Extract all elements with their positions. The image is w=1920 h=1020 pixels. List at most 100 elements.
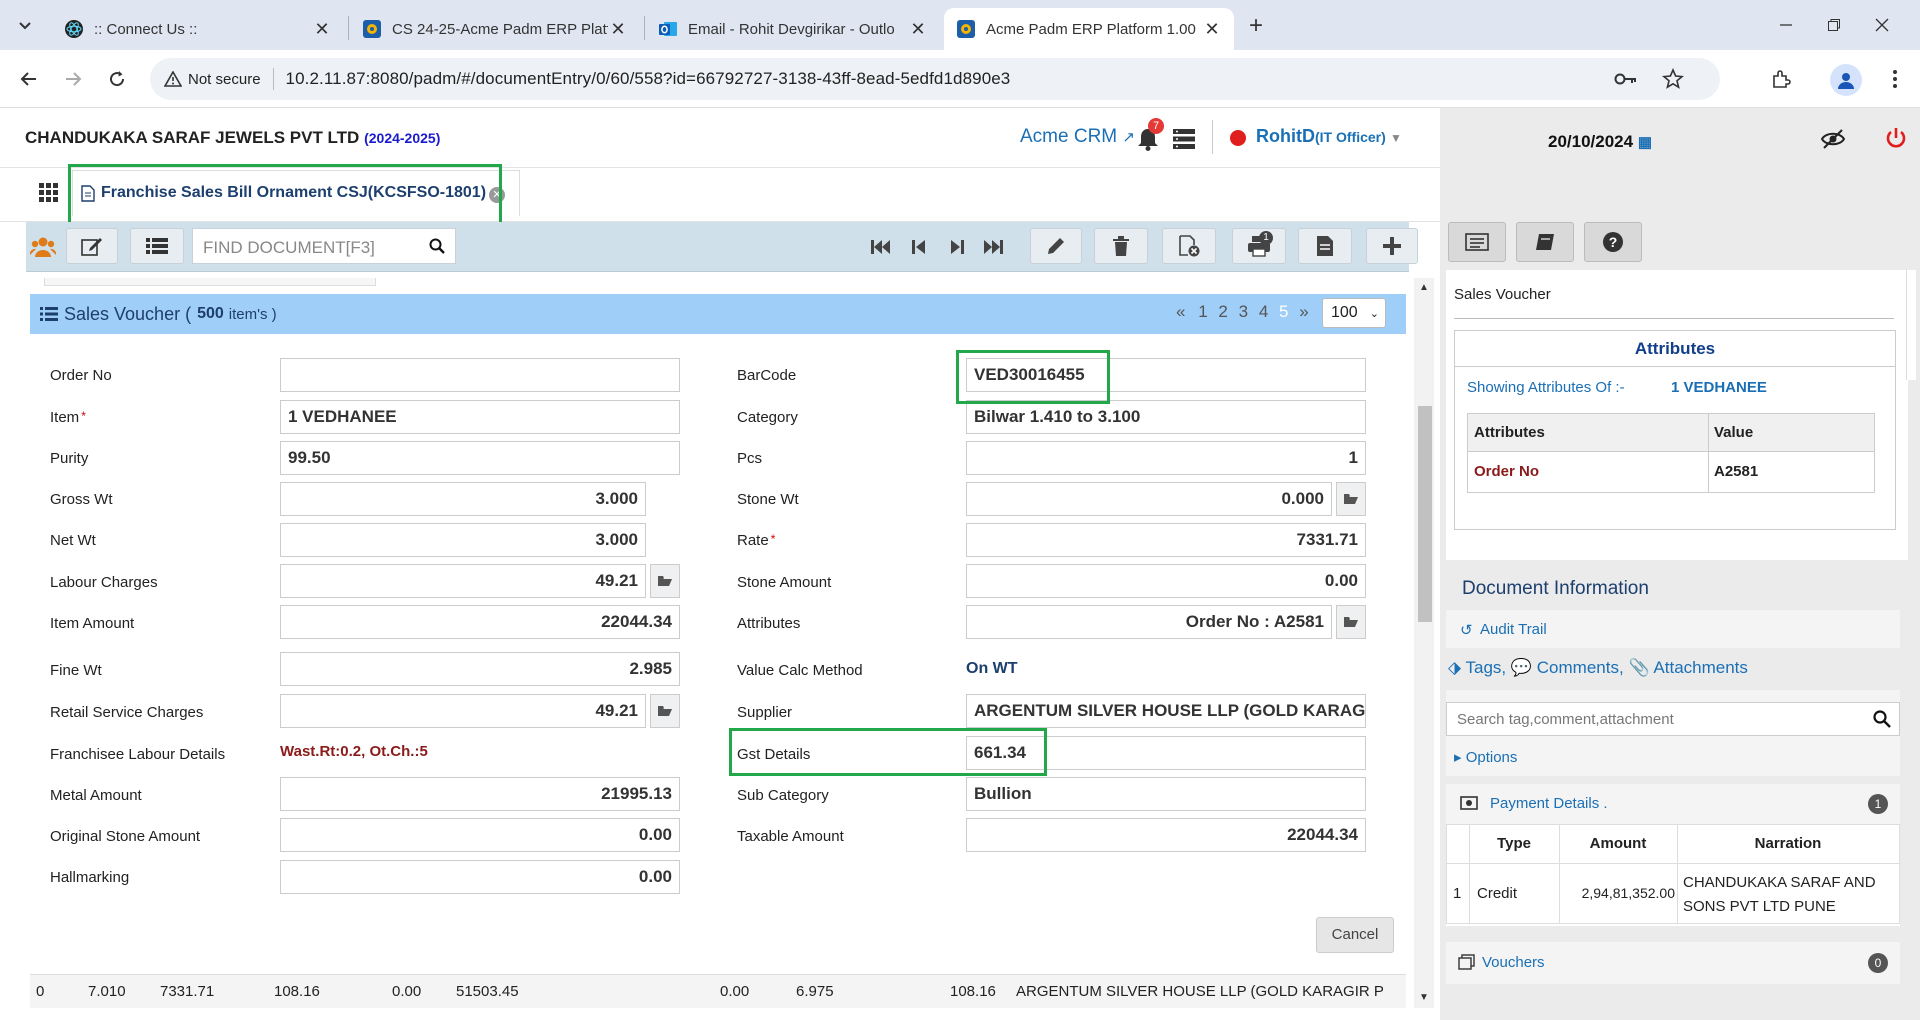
server-icon[interactable] bbox=[1172, 128, 1196, 150]
attachments-link[interactable]: Attachments bbox=[1653, 658, 1748, 677]
address-bar[interactable]: Not secure 10.2.11.87:8080/padm/#/docume… bbox=[150, 58, 1720, 100]
delete-button[interactable] bbox=[1094, 228, 1148, 264]
tag-search-input[interactable]: Search tag,comment,attachment bbox=[1446, 702, 1900, 736]
options-label[interactable]: Options bbox=[1466, 749, 1518, 766]
close-icon[interactable]: ✕ bbox=[908, 19, 928, 40]
search-placeholder[interactable]: Search tag,comment,attachment bbox=[1457, 711, 1674, 728]
last-record-icon[interactable] bbox=[980, 234, 1006, 260]
user-menu[interactable]: RohitD(IT Officer) ▼ bbox=[1256, 126, 1402, 147]
supplier-field[interactable]: ARGENTUM SILVER HOUSE LLP (GOLD KARAGIR … bbox=[966, 694, 1366, 728]
menu-dots-icon[interactable] bbox=[1880, 64, 1910, 94]
url-text[interactable]: 10.2.11.87:8080/padm/#/documentEntry/0/6… bbox=[286, 69, 1011, 89]
attributes-field[interactable]: Order No : A2581 bbox=[966, 605, 1332, 639]
edit-button[interactable] bbox=[1030, 228, 1082, 264]
stone-wt-field[interactable]: 0.000 bbox=[966, 482, 1332, 516]
first-record-icon[interactable] bbox=[868, 234, 894, 260]
scroll-up-icon[interactable]: ▲ bbox=[1419, 282, 1429, 293]
vertical-scrollbar[interactable]: ▲ ▼ bbox=[1414, 278, 1434, 1008]
audit-trail-link[interactable]: Audit Trail bbox=[1480, 621, 1547, 638]
new-tab-icon[interactable]: + bbox=[1242, 12, 1270, 40]
sub-category-field[interactable]: Bullion bbox=[966, 777, 1366, 811]
search-icon[interactable] bbox=[429, 238, 445, 254]
labour-charges-detail-button[interactable] bbox=[650, 564, 680, 598]
item-field[interactable]: 1 VEDHANEE bbox=[280, 400, 680, 434]
options-link[interactable]: ▸ Options bbox=[1454, 748, 1517, 766]
restore-icon[interactable] bbox=[1814, 10, 1854, 40]
vouchers-row[interactable]: Vouchers 0 bbox=[1446, 942, 1900, 984]
notification-bell-icon[interactable]: 7 bbox=[1136, 118, 1164, 152]
retail-service-charges-field[interactable]: 49.21 bbox=[280, 694, 646, 728]
page-size-select[interactable]: 100 ⌄ bbox=[1322, 298, 1386, 328]
cancel-button[interactable]: Cancel bbox=[1316, 917, 1394, 953]
user-role[interactable]: (IT Officer) bbox=[1315, 129, 1386, 145]
close-icon[interactable]: ✕ bbox=[312, 19, 332, 40]
retail-service-detail-button[interactable] bbox=[650, 694, 680, 728]
stone-wt-detail-button[interactable] bbox=[1336, 482, 1366, 516]
previous-record-icon[interactable] bbox=[906, 234, 932, 260]
scroll-down-icon[interactable]: ▼ bbox=[1419, 992, 1429, 1003]
add-button[interactable] bbox=[1366, 228, 1418, 264]
hallmarking-field[interactable]: 0.00 bbox=[280, 860, 680, 894]
reload-icon[interactable] bbox=[102, 64, 132, 94]
original-stone-amount-field[interactable]: 0.00 bbox=[280, 818, 680, 852]
panel-scrollbar[interactable] bbox=[1906, 270, 1916, 380]
fine-wt-field[interactable]: 2.985 bbox=[280, 652, 680, 686]
minimize-icon[interactable] bbox=[1766, 10, 1806, 40]
browser-tab-connect-us[interactable]: :: Connect Us :: ✕ bbox=[52, 8, 344, 50]
star-icon[interactable] bbox=[1662, 68, 1684, 90]
list-view-button[interactable] bbox=[130, 228, 184, 264]
warning-icon[interactable] bbox=[164, 71, 182, 87]
next-record-icon[interactable] bbox=[944, 234, 970, 260]
browser-tab-outlook[interactable]: Email - Rohit Devgirikar - Outlo ✕ bbox=[646, 8, 940, 50]
search-icon[interactable] bbox=[1873, 710, 1891, 728]
crm-link[interactable]: Acme CRM ↗ bbox=[1020, 126, 1135, 148]
payment-header[interactable]: Payment Details . 1 bbox=[1446, 784, 1900, 824]
tab-search-icon[interactable] bbox=[12, 12, 38, 38]
stone-amount-field[interactable]: 0.00 bbox=[966, 564, 1366, 598]
back-icon[interactable] bbox=[14, 64, 44, 94]
category-field[interactable]: Bilwar 1.410 to 3.100 bbox=[966, 400, 1366, 434]
page-4[interactable]: 4 bbox=[1259, 302, 1268, 321]
find-document-input[interactable]: FIND DOCUMENT[F3] bbox=[192, 228, 456, 264]
browser-tab-cs-erp[interactable]: CS 24-25-Acme Padm ERP Platf ✕ bbox=[350, 8, 640, 50]
document-button[interactable] bbox=[1298, 228, 1352, 264]
paperclip-icon[interactable]: 📎 bbox=[1628, 658, 1649, 677]
page-next[interactable]: » bbox=[1299, 302, 1308, 321]
page-1[interactable]: 1 bbox=[1198, 302, 1207, 321]
item-amount-field[interactable]: 22044.34 bbox=[280, 605, 680, 639]
purity-field[interactable]: 99.50 bbox=[280, 441, 680, 475]
labour-charges-field[interactable]: 49.21 bbox=[280, 564, 646, 598]
page-prev[interactable]: « bbox=[1176, 302, 1185, 321]
comments-icon[interactable]: 💬 bbox=[1511, 658, 1532, 677]
rate-field[interactable]: 7331.71 bbox=[966, 523, 1366, 557]
chevron-down-icon[interactable]: ⌄ bbox=[1370, 300, 1379, 328]
current-date[interactable]: 20/10/2024 ▦ bbox=[1548, 132, 1652, 152]
extensions-icon[interactable] bbox=[1766, 64, 1796, 94]
attributes-detail-button[interactable] bbox=[1336, 605, 1366, 639]
comments-link[interactable]: Comments, bbox=[1537, 658, 1624, 677]
page-3[interactable]: 3 bbox=[1239, 302, 1248, 321]
key-icon[interactable] bbox=[1614, 69, 1638, 89]
power-icon[interactable] bbox=[1884, 126, 1908, 150]
page-2[interactable]: 2 bbox=[1218, 302, 1227, 321]
users-icon[interactable] bbox=[30, 236, 56, 258]
grid-row[interactable]: 0 7.010 7331.71 108.16 0.00 51503.45 0.0… bbox=[30, 974, 1406, 1008]
user-name[interactable]: RohitD bbox=[1256, 126, 1315, 146]
find-placeholder[interactable]: FIND DOCUMENT[F3] bbox=[203, 238, 375, 258]
history-icon[interactable]: ↺ bbox=[1460, 621, 1473, 639]
calendar-icon[interactable]: ▦ bbox=[1638, 134, 1652, 151]
external-link-icon[interactable]: ↗ bbox=[1122, 129, 1135, 146]
metal-amount-field[interactable]: 21995.13 bbox=[280, 777, 680, 811]
profile-avatar-icon[interactable] bbox=[1830, 64, 1862, 96]
window-close-icon[interactable] bbox=[1862, 10, 1902, 40]
audit-trail-row[interactable]: ↺ Audit Trail bbox=[1446, 610, 1900, 648]
panel-tab-help[interactable]: ? bbox=[1584, 222, 1642, 262]
apps-grid-icon[interactable] bbox=[38, 182, 58, 202]
order-no-field[interactable] bbox=[280, 358, 680, 392]
close-icon[interactable]: ✕ bbox=[608, 19, 628, 40]
crm-link-label[interactable]: Acme CRM bbox=[1020, 126, 1117, 147]
close-icon[interactable]: ✕ bbox=[1202, 19, 1222, 40]
tags-icon[interactable]: ⬗ bbox=[1448, 658, 1461, 677]
net-wt-field[interactable]: 3.000 bbox=[280, 523, 646, 557]
date-text[interactable]: 20/10/2024 bbox=[1548, 132, 1633, 151]
